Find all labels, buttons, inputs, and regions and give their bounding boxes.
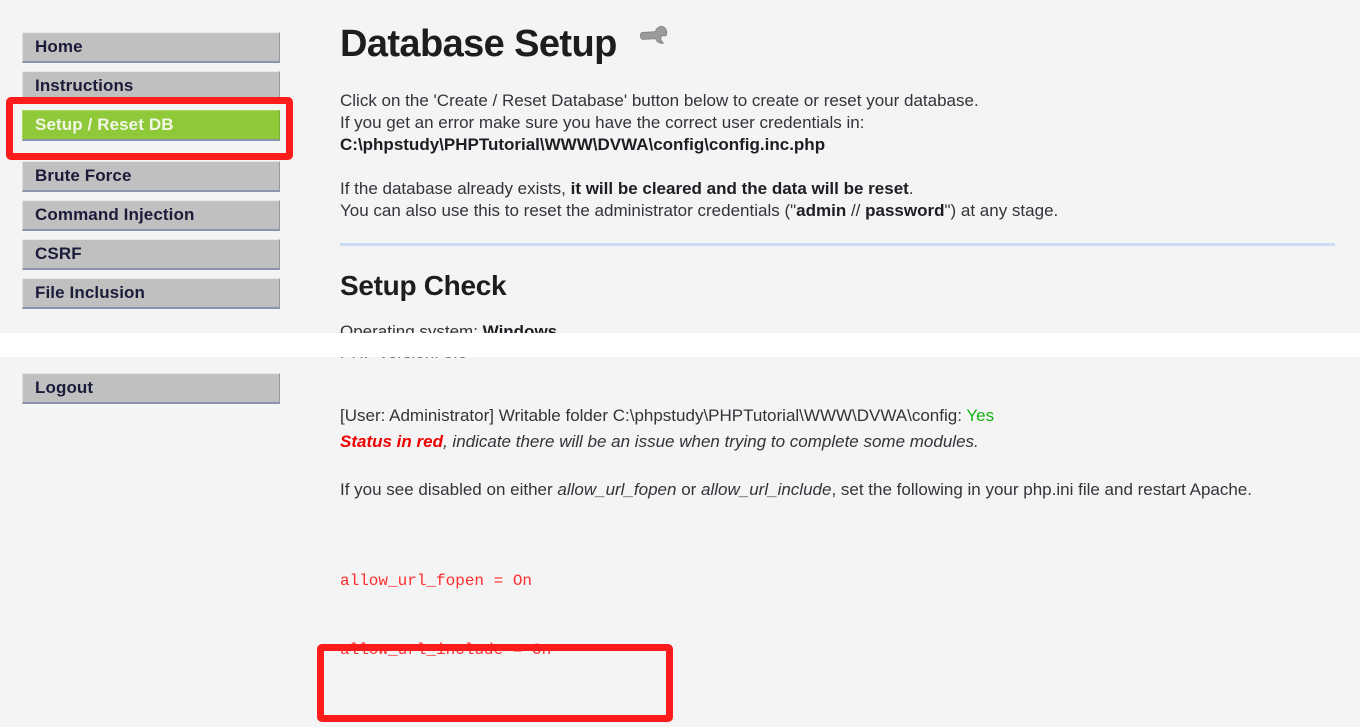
sidebar-item-label: File Inclusion	[35, 283, 146, 302]
notice-line1-bold: it will be cleared and the data will be …	[570, 179, 909, 198]
code-line-allow-url-fopen: allow_url_fopen = On	[340, 572, 533, 590]
clipped-text-sliver: PHP version: 5.5	[340, 357, 1340, 359]
writable-folder-label: [User: Administrator] Writable folder C:…	[340, 406, 967, 425]
sidebar-item-label: CSRF	[35, 244, 82, 263]
section-divider	[340, 243, 1335, 246]
intro-paragraph: Click on the 'Create / Reset Database' b…	[340, 90, 1340, 156]
setting-allow-url-fopen: allow_url_fopen	[557, 480, 677, 499]
default-username: admin	[796, 201, 847, 220]
page-title: Database Setup	[340, 20, 1340, 64]
notice-paragraph: If the database already exists, it will …	[340, 178, 1340, 222]
sidebar-item-instructions[interactable]: Instructions	[22, 71, 280, 102]
notice-line1-suffix: .	[908, 179, 914, 198]
sidebar-item-label: Brute Force	[35, 166, 132, 185]
sidebar-item-label: Home	[35, 37, 83, 56]
writable-folder-row: [User: Administrator] Writable folder C:…	[340, 405, 1340, 427]
main-content-top: Database Setup Click on the 'Create / Re…	[340, 20, 1340, 333]
sidebar-item-file-inclusion[interactable]: File Inclusion	[22, 278, 280, 309]
sidebar-group-divider	[22, 149, 280, 161]
sidebar-item-label: Command Injection	[35, 205, 195, 224]
sidebar-navigation: Home Instructions Setup / Reset DB Brute…	[22, 32, 280, 317]
sidebar-item-command-injection[interactable]: Command Injection	[22, 200, 280, 231]
php-ini-prefix: If you see disabled on either	[340, 480, 558, 499]
main-content-bottom: [User: Administrator] Writable folder C:…	[340, 405, 1340, 727]
sidebar-navigation-bottom: Logout	[22, 373, 280, 412]
config-file-path: C:\phpstudy\PHPTutorial\WWW\DVWA\config\…	[340, 135, 826, 154]
php-ini-suffix: , set the following in your php.ini file…	[831, 480, 1252, 499]
sidebar-item-label: Setup / Reset DB	[35, 115, 174, 134]
operating-system-value: Windows	[482, 322, 558, 333]
screenshot-pane-bottom: PHP version: 5.5 Logout [User: Administr…	[0, 357, 1360, 727]
sidebar-item-label: Logout	[35, 378, 94, 397]
sidebar-item-brute-force[interactable]: Brute Force	[22, 161, 280, 192]
php-ini-code-block: allow_url_fopen = On allow_url_include =…	[340, 524, 1340, 708]
code-line-allow-url-include: allow_url_include = On	[340, 641, 552, 659]
notice-line1-prefix: If the database already exists,	[340, 179, 571, 198]
sidebar-item-csrf[interactable]: CSRF	[22, 239, 280, 270]
sidebar-item-logout[interactable]: Logout	[22, 373, 280, 404]
credential-separator: //	[846, 201, 866, 220]
screenshot-gap	[0, 333, 1360, 357]
sidebar-item-home[interactable]: Home	[22, 32, 280, 63]
sidebar-item-label: Instructions	[35, 76, 134, 95]
status-in-red-label: Status in red	[340, 432, 443, 451]
php-ini-paragraph: If you see disabled on either allow_url_…	[340, 479, 1340, 501]
screenshot-pane-top: Home Instructions Setup / Reset DB Brute…	[0, 0, 1360, 333]
intro-line-1: Click on the 'Create / Reset Database' b…	[340, 91, 979, 110]
php-ini-mid: or	[676, 480, 702, 499]
notice-line2-prefix: You can also use this to reset the admin…	[340, 201, 797, 220]
screenshot-root: Home Instructions Setup / Reset DB Brute…	[0, 0, 1360, 727]
notice-line2-suffix: ") at any stage.	[944, 201, 1059, 220]
status-in-red-note: Status in red, indicate there will be an…	[340, 431, 1340, 453]
status-in-red-text: , indicate there will be an issue when t…	[442, 432, 979, 451]
intro-line-2-prefix: If you get an error make sure you have t…	[340, 113, 865, 132]
sidebar-item-setup-reset-db[interactable]: Setup / Reset DB	[22, 110, 280, 141]
setting-allow-url-include: allow_url_include	[701, 480, 832, 499]
writable-folder-status: Yes	[966, 406, 995, 425]
setup-check-heading: Setup Check	[340, 270, 507, 301]
operating-system-row: Operating system: Windows	[340, 321, 1340, 333]
default-password: password	[865, 201, 945, 220]
wrench-icon	[637, 20, 671, 62]
operating-system-label: Operating system:	[340, 322, 483, 333]
